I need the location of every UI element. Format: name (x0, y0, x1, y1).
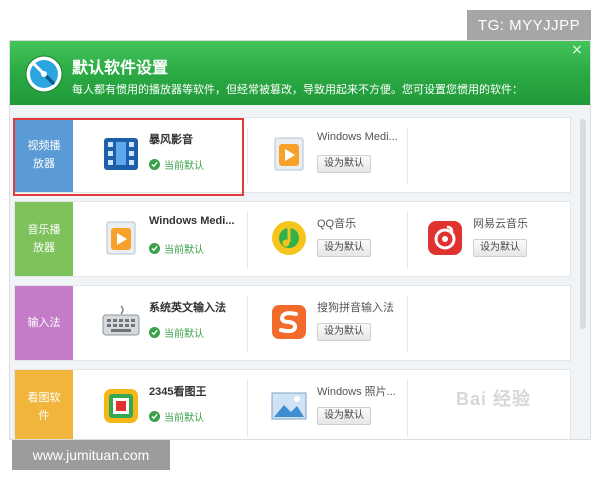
keyboard-icon (102, 305, 140, 336)
check-icon (149, 159, 160, 170)
app-name: 系统英文输入法 (149, 302, 226, 314)
category-label: 视频播放器 (15, 118, 73, 192)
divider (407, 380, 408, 436)
current-default-status: 当前默认 (149, 157, 204, 172)
set-default-button[interactable]: 设为默认 (317, 407, 371, 425)
divider (407, 128, 408, 184)
check-icon (149, 327, 160, 338)
site-watermark: www.jumituan.com (12, 440, 170, 470)
category-label: 输入法 (15, 286, 73, 360)
check-icon (149, 243, 160, 254)
qq-music-icon (272, 221, 306, 255)
tg-badge: TG: MYYJJPP (467, 10, 591, 40)
current-default-status: 当前默认 (149, 409, 204, 424)
baidu-watermark: Bai 经验 (456, 389, 532, 409)
divider (247, 296, 248, 352)
sogou-input-icon (272, 305, 306, 339)
media-player-icon (106, 221, 136, 255)
current-default-status: 当前默认 (149, 325, 204, 340)
window-subtitle: 每人都有惯用的播放器等软件，但经常被篡改，导致用起来不方便。您可设置您惯用的软件… (72, 83, 523, 96)
current-default-status: 当前默认 (149, 241, 204, 256)
image-viewer-icon (104, 389, 138, 423)
app-item-sogou-input[interactable]: 搜狗拼音输入法 设为默认 (251, 286, 411, 360)
row-input-method: 输入法 系统英文输入法 当前默认 搜狗拼音输入法 设为默认 (14, 285, 571, 361)
divider (407, 296, 408, 352)
app-name: 暴风影音 (149, 134, 193, 146)
app-name: Windows Medi... (317, 131, 398, 143)
set-default-button[interactable]: 设为默认 (473, 239, 527, 257)
close-button[interactable]: × (570, 43, 584, 57)
default-software-window: 默认软件设置 每人都有惯用的播放器等软件，但经常被篡改，导致用起来不方便。您可设… (9, 40, 591, 440)
screenshot-stage: 默认软件设置 每人都有惯用的播放器等软件，但经常被篡改，导致用起来不方便。您可设… (0, 0, 600, 480)
app-name: 搜狗拼音输入法 (317, 302, 394, 314)
photo-viewer-icon (271, 392, 307, 420)
vertical-scrollbar[interactable] (580, 119, 586, 329)
app-name: QQ音乐 (317, 218, 357, 230)
app-item-windows-photos[interactable]: Windows 照片... 设为默认 (251, 370, 411, 439)
film-player-icon (104, 138, 138, 170)
media-player-icon (274, 137, 304, 171)
divider (247, 380, 248, 436)
settings-logo-icon (25, 55, 63, 93)
window-title: 默认软件设置 (72, 58, 169, 77)
category-label: 看图软件 (15, 370, 73, 439)
app-item-netease-music[interactable]: 网易云音乐 设为默认 (407, 202, 567, 276)
check-icon (149, 411, 160, 422)
category-label: 音乐播放器 (15, 202, 73, 276)
divider (247, 212, 248, 268)
app-item-windows-media[interactable]: Windows Medi... 当前默认 (83, 202, 243, 276)
window-header: 默认软件设置 每人都有惯用的播放器等软件，但经常被篡改，导致用起来不方便。您可设… (10, 41, 590, 105)
app-name: Windows Medi... (149, 215, 235, 227)
app-name: 网易云音乐 (473, 218, 528, 230)
app-name: Windows 照片... (317, 386, 396, 398)
netease-music-icon (428, 221, 462, 255)
set-default-button[interactable]: 设为默认 (317, 323, 371, 341)
divider (247, 128, 248, 184)
set-default-button[interactable]: 设为默认 (317, 239, 371, 257)
app-item-baofeng[interactable]: 暴风影音 当前默认 (83, 118, 243, 192)
row-video-player: 视频播放器 暴风影音 当前默认 Windows Medi... 设为默认 (14, 117, 571, 193)
row-music-player: 音乐播放器 Windows Medi... 当前默认 QQ音乐 设为默认 网易云… (14, 201, 571, 277)
app-item-qq-music[interactable]: QQ音乐 设为默认 (251, 202, 411, 276)
app-item-windows-media[interactable]: Windows Medi... 设为默认 (251, 118, 411, 192)
app-item-2345-viewer[interactable]: 2345看图王 当前默认 (83, 370, 243, 439)
app-item-english-input[interactable]: 系统英文输入法 当前默认 (83, 286, 243, 360)
app-name: 2345看图王 (149, 386, 207, 398)
set-default-button[interactable]: 设为默认 (317, 155, 371, 173)
